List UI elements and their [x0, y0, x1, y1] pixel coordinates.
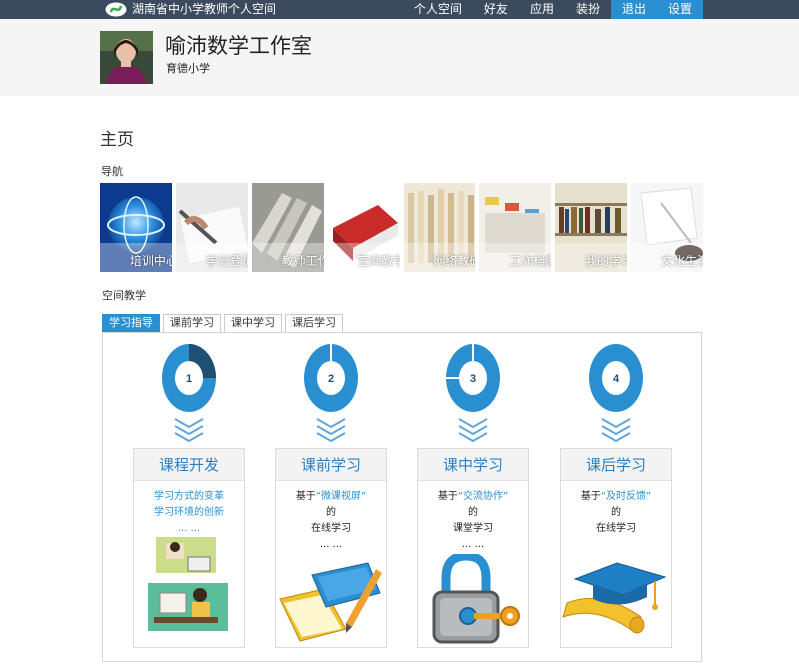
step-line: 基于“交流协作” — [437, 491, 509, 502]
lock-key-icon — [432, 554, 520, 644]
tile-space-teaching[interactable]: 空间教学 — [327, 183, 400, 272]
tile-online-research[interactable]: 网络教研 — [403, 183, 476, 272]
step-line: 学习方式的变革 — [154, 491, 224, 502]
nav-settings[interactable]: 设置 — [656, 0, 703, 19]
tile-label: 文化生活 — [660, 254, 703, 268]
step-title: 课中学习 — [418, 449, 528, 481]
tile-my-learning[interactable]: 我的学习 — [555, 183, 628, 272]
tile-label: 工作档案 — [509, 254, 552, 268]
nav-section-label: 导航 — [101, 165, 123, 178]
site-logo-icon[interactable] — [105, 2, 127, 17]
space-teaching-label: 空间教学 — [102, 289, 146, 302]
step-column-3: 3 课中学习 基于“交流协作” 的 课堂学习 ... ... — [417, 333, 535, 663]
step-number: 2 — [328, 373, 334, 385]
step-title: 课程开发 — [134, 449, 244, 481]
top-navigation: 个人空间 好友 应用 装扮 退出 设置 — [403, 0, 703, 19]
step-number: 4 — [613, 373, 620, 385]
nav-personal-space[interactable]: 个人空间 — [403, 0, 473, 19]
page-title: 主页 — [100, 130, 134, 150]
chevron-down-icon — [601, 418, 631, 443]
chevron-down-icon — [458, 418, 488, 443]
tile-culture-life[interactable]: 文化生活 — [631, 183, 703, 272]
step-column-2: 2 课前学习 基于“微课视屏” 的 在线学习 ... ... — [275, 333, 393, 663]
studio-header: 喻沛数学工作室 育德小学 — [0, 19, 799, 96]
tab-in-class[interactable]: 课中学习 — [224, 314, 282, 332]
step-ring-icon: 1 — [162, 344, 216, 412]
step-column-4: 4 课后学习 基于“及时反馈” 的 在线学习 — [560, 333, 678, 663]
step-title: 课后学习 — [561, 449, 671, 481]
step-line: 在线学习 — [311, 523, 351, 534]
tile-training-center[interactable]: 培训中心 — [100, 183, 172, 272]
notebook-pencil-illustration — [279, 562, 382, 642]
tile-label: 空间教学 — [357, 254, 400, 268]
step-line: 的 — [326, 507, 336, 518]
tile-label: 培训中心 — [129, 254, 172, 268]
step-line: ... ... — [177, 523, 201, 534]
step-line: ... ... — [461, 539, 485, 550]
step-ring-icon: 4 — [589, 344, 643, 412]
step-description: 基于“及时反馈” 的 在线学习 — [561, 481, 671, 537]
nav-logout[interactable]: 退出 — [610, 0, 657, 19]
step-card[interactable]: 课后学习 基于“及时反馈” 的 在线学习 — [560, 448, 672, 648]
classroom-illustration — [148, 537, 228, 631]
tile-label: 教师工作 — [281, 254, 324, 268]
step-description: 学习方式的变革 学习环境的创新 ... ... — [134, 481, 244, 537]
chevron-down-icon — [316, 418, 346, 443]
step-line: 的 — [468, 507, 478, 518]
tile-work-archive[interactable]: 工作档案 — [479, 183, 552, 272]
step-description: 基于“微课视屏” 的 在线学习 ... ... — [276, 481, 386, 553]
step-card[interactable]: 课前学习 基于“微课视屏” 的 在线学习 ... ... — [275, 448, 387, 648]
avatar[interactable] — [100, 31, 153, 84]
step-description: 基于“交流协作” 的 课堂学习 ... ... — [418, 481, 528, 553]
step-number: 1 — [186, 373, 192, 385]
tile-label: 网络教研 — [433, 254, 476, 268]
step-card[interactable]: 课程开发 学习方式的变革 学习环境的创新 ... ... — [133, 448, 245, 648]
tile-credit-registration[interactable]: 学分登记 — [175, 183, 248, 272]
step-card[interactable]: 课中学习 基于“交流协作” 的 课堂学习 ... ... — [417, 448, 529, 648]
top-bar: 湖南省中小学教师个人空间 个人空间 好友 应用 装扮 退出 设置 — [0, 0, 799, 19]
chevron-down-icon — [174, 418, 204, 443]
school-name: 育德小学 — [166, 62, 210, 75]
nav-apps[interactable]: 应用 — [519, 0, 565, 19]
step-title: 课前学习 — [276, 449, 386, 481]
step-line: 基于“及时反馈” — [580, 491, 652, 502]
teaching-tabs: 学习指导 课前学习 课中学习 课后学习 — [102, 314, 343, 332]
tab-after-class[interactable]: 课后学习 — [285, 314, 343, 332]
site-title[interactable]: 湖南省中小学教师个人空间 — [132, 2, 276, 17]
step-line: 在线学习 — [596, 523, 636, 534]
step-line: 的 — [611, 507, 621, 518]
nav-tiles: 培训中心 学分登记 教师工作 空间教学 网络教研 工作档案 我的学习 文化生活 — [100, 183, 703, 272]
step-ring-icon: 3 — [446, 344, 500, 412]
tab-study-guide[interactable]: 学习指导 — [102, 314, 160, 332]
tile-label: 学分登记 — [205, 254, 248, 268]
nav-decorate[interactable]: 装扮 — [565, 0, 611, 19]
tile-label: 我的学习 — [585, 254, 628, 268]
step-line: 学习环境的创新 — [154, 507, 224, 518]
step-line: ... ... — [319, 539, 343, 550]
study-guide-panel: 1 课程开发 学习方式的变革 学习环境的创新 ... ... 2 课前学习 基于… — [102, 332, 702, 662]
step-line: 课堂学习 — [453, 523, 493, 534]
step-ring-icon: 2 — [304, 344, 358, 412]
tab-pre-class[interactable]: 课前学习 — [163, 314, 221, 332]
step-line: 基于“微课视屏” — [295, 491, 367, 502]
step-column-1: 1 课程开发 学习方式的变革 学习环境的创新 ... ... — [133, 333, 251, 663]
nav-friends[interactable]: 好友 — [473, 0, 519, 19]
step-number: 3 — [470, 373, 476, 385]
graduation-cap-icon — [562, 562, 667, 634]
studio-title: 喻沛数学工作室 — [165, 34, 312, 58]
tile-teacher-work[interactable]: 教师工作 — [251, 183, 324, 272]
